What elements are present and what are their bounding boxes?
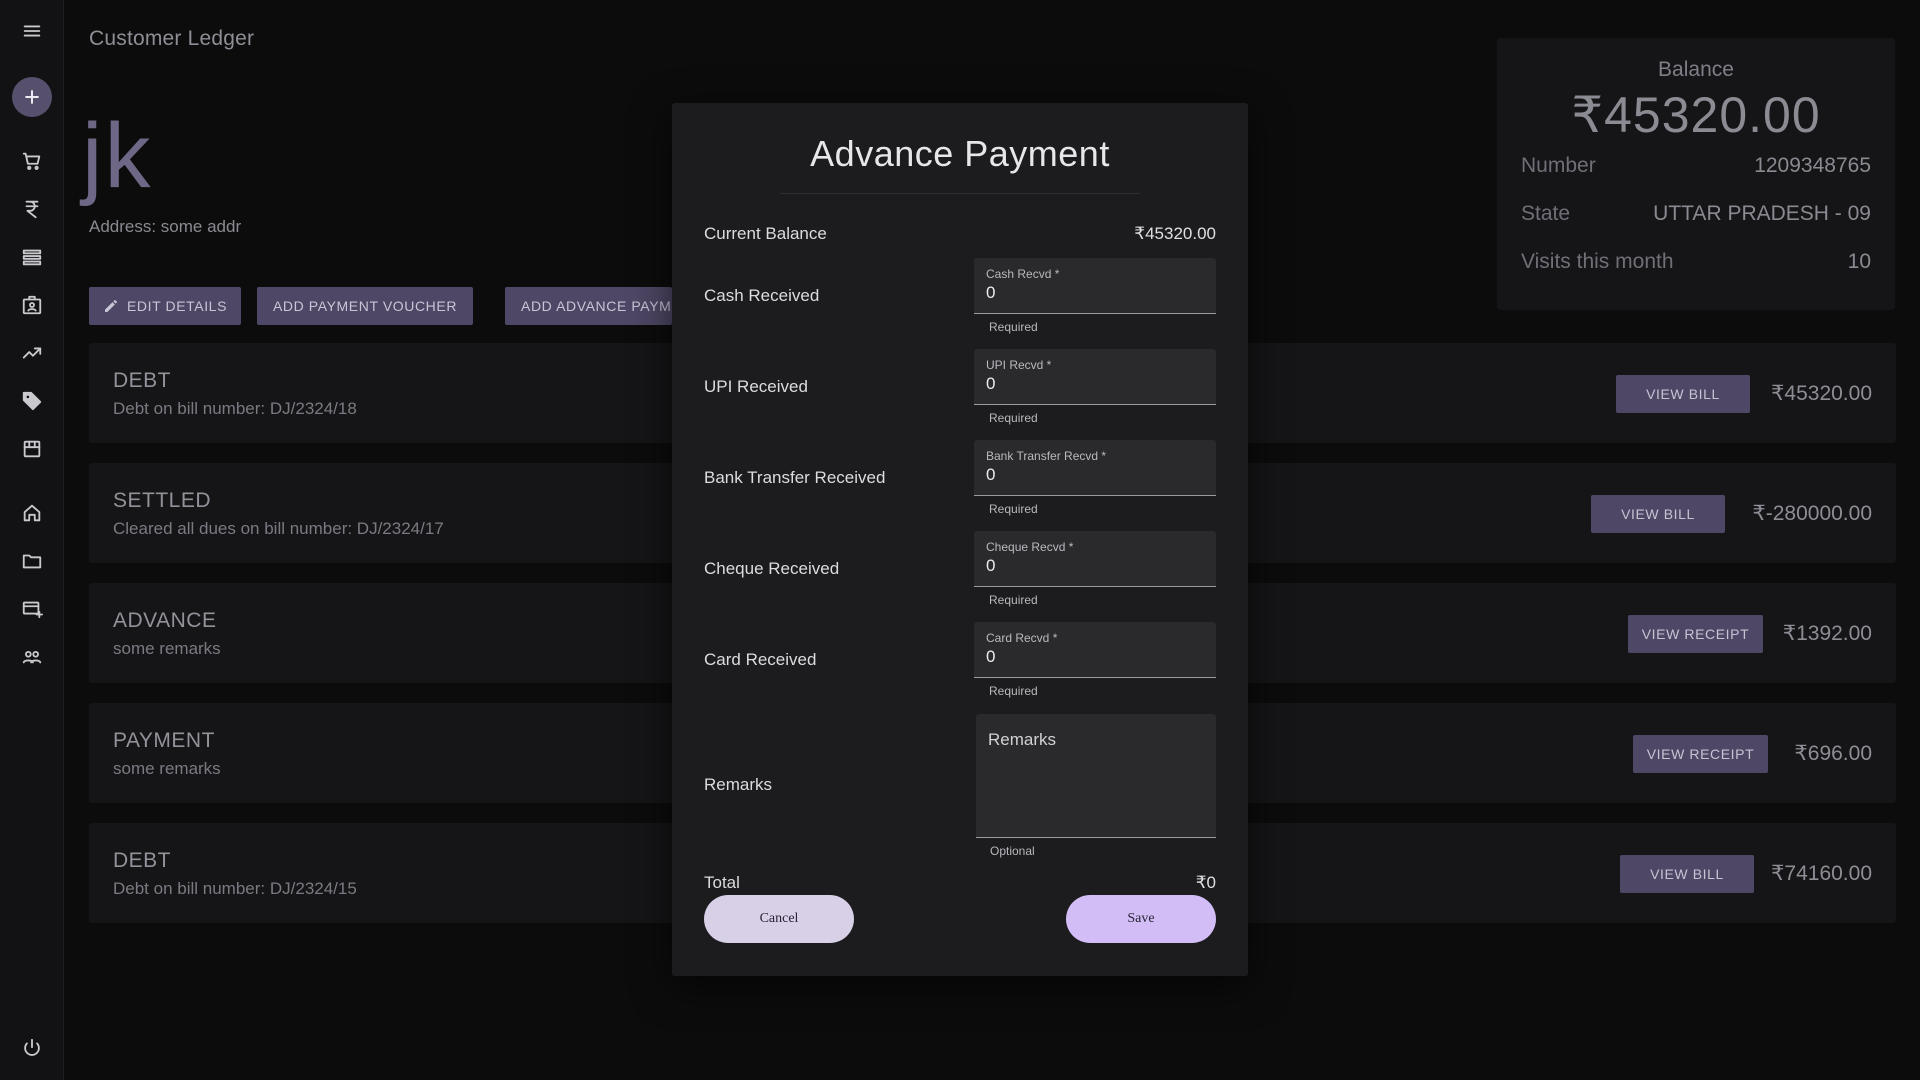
home-icon[interactable] [12,493,52,533]
total-label: Total [704,873,740,892]
cash-helper-text: Required [989,320,1038,334]
customer-name: jk [82,105,153,207]
contact-card-icon[interactable] [12,285,52,325]
ledger-amount: ₹45320.00 [1771,382,1872,405]
cancel-button[interactable]: Cancel [704,895,854,943]
cheque-received-input[interactable] [986,556,1196,576]
number-label: Number [1521,154,1596,177]
edit-details-label: EDIT DETAILS [126,298,228,314]
ledger-type: ADVANCE [113,609,217,632]
divider [780,193,1140,194]
cheque-received-field[interactable]: Cheque Recvd * [974,531,1216,587]
info-visits-row: Visits this month 10 [1521,250,1871,274]
state-label: State [1521,202,1571,225]
bank-transfer-field-label: Bank Transfer Recvd * [986,449,1107,463]
remarks-label: Remarks [704,775,773,794]
cash-received-label: Cash Received [704,286,820,305]
card-helper-text: Required [989,684,1038,698]
ledger-description: Cleared all dues on bill number: DJ/2324… [113,519,444,538]
edit-details-button[interactable]: EDIT DETAILS [89,287,241,325]
ledger-amount: ₹1392.00 [1782,622,1872,645]
add-payment-voucher-button[interactable]: ADD PAYMENT VOUCHER [257,287,473,325]
ledger-description: some remarks [113,639,221,658]
sidebar [0,0,64,1080]
bank-transfer-received-field[interactable]: Bank Transfer Recvd * [974,440,1216,496]
current-balance-value: ₹45320.00 [1134,224,1216,243]
ledger-amount: ₹74160.00 [1771,862,1872,885]
customer-info-card: Balance ₹45320.00 Number 1209348765 Stat… [1497,38,1895,310]
ledger-amount: ₹696.00 [1794,742,1872,765]
advance-payment-dialog: Advance Payment Current Balance ₹45320.0… [672,103,1248,976]
ledger-description: Debt on bill number: DJ/2324/15 [113,879,357,898]
card-field-label: Card Recvd * [986,631,1058,645]
add-advance-payment-button[interactable]: ADD ADVANCE PAYMENT [505,287,672,325]
state-value: UTTAR PRADESH - 09 [1653,202,1871,225]
bank-transfer-helper-text: Required [989,502,1038,516]
rupee-icon[interactable] [12,189,52,229]
cheque-helper-text: Required [989,593,1038,607]
ledger-description: Debt on bill number: DJ/2324/18 [113,399,357,418]
add-card-icon[interactable] [12,589,52,629]
remarks-textarea[interactable] [988,730,1204,826]
remarks-helper-text: Optional [990,844,1035,858]
ledger-type: DEBT [113,369,172,392]
number-value: 1209348765 [1754,154,1871,177]
folder-icon[interactable] [12,541,52,581]
cash-received-input[interactable] [986,283,1196,303]
ledger-amount: ₹-280000.00 [1752,502,1872,525]
visits-label: Visits this month [1521,250,1674,273]
visits-value: 10 [1847,250,1871,273]
store-icon[interactable] [12,429,52,469]
cash-received-field[interactable]: Cash Recvd * [974,258,1216,314]
ledger-type: DEBT [113,849,172,872]
balance-label: Balance [1658,58,1734,81]
cheque-received-label: Cheque Received [704,559,840,578]
view-bill-button[interactable]: VIEW BILL [1616,375,1750,413]
menu-icon[interactable] [12,11,52,51]
view-receipt-button[interactable]: VIEW RECEIPT [1633,735,1768,773]
bank-transfer-received-input[interactable] [986,465,1196,485]
power-icon[interactable] [12,1028,52,1068]
card-received-label: Card Received [704,650,817,669]
cart-icon[interactable] [12,141,52,181]
page-title: Customer Ledger [89,27,255,50]
add-icon[interactable] [12,77,52,117]
customer-address: Address: some addr [89,217,242,236]
view-bill-button[interactable]: VIEW BILL [1620,855,1754,893]
total-value: ₹0 [1195,873,1216,892]
pencil-icon [104,300,117,312]
dialog-title: Advance Payment [810,133,1110,174]
ledger-type: PAYMENT [113,729,215,752]
upi-received-input[interactable] [986,374,1196,394]
remarks-field[interactable] [976,714,1216,838]
balance-value: ₹45320.00 [1571,87,1821,143]
upi-helper-text: Required [989,411,1038,425]
upi-field-label: UPI Recvd * [986,358,1052,372]
ledger-type: SETTLED [113,489,212,512]
info-number-row: Number 1209348765 [1521,154,1871,178]
save-button[interactable]: Save [1066,895,1216,943]
view-receipt-button[interactable]: VIEW RECEIPT [1628,615,1763,653]
info-state-row: State UTTAR PRADESH - 09 [1521,202,1871,226]
ledger-description: some remarks [113,759,221,778]
bank-transfer-received-label: Bank Transfer Received [704,468,886,487]
people-icon[interactable] [12,637,52,677]
card-received-field[interactable]: Card Recvd * [974,622,1216,678]
upi-received-label: UPI Received [704,377,808,396]
trending-icon[interactable] [12,333,52,373]
cash-field-label: Cash Recvd * [986,267,1060,281]
cheque-field-label: Cheque Recvd * [986,540,1074,554]
list-icon[interactable] [12,237,52,277]
view-bill-button[interactable]: VIEW BILL [1591,495,1725,533]
upi-received-field[interactable]: UPI Recvd * [974,349,1216,405]
tag-icon[interactable] [12,381,52,421]
card-received-input[interactable] [986,647,1196,667]
current-balance-label: Current Balance [704,224,827,243]
